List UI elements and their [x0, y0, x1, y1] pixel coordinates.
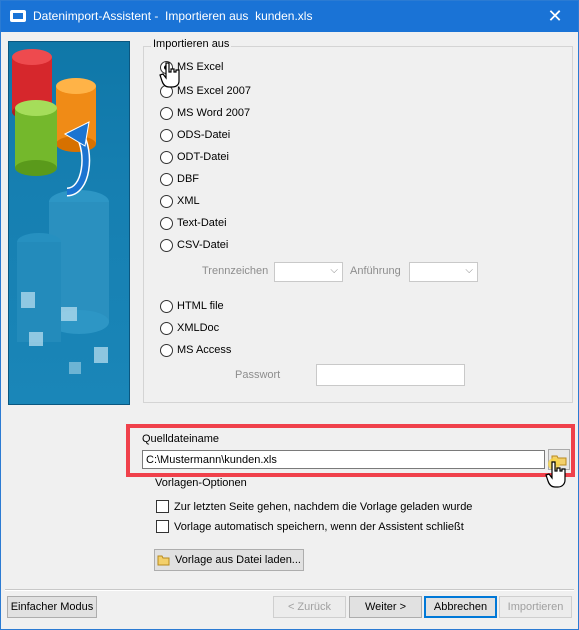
checkbox-label: Zur letzten Seite gehen, nachdem die Vor…	[174, 500, 473, 513]
radio-label: MS Excel 2007	[177, 85, 251, 97]
quote-select[interactable]: ⌵	[409, 262, 478, 282]
radio-odt[interactable]: ODT-Datei	[160, 149, 229, 165]
quote-label: Anführung	[350, 265, 401, 277]
delimiter-label: Trennzeichen	[202, 265, 269, 277]
chevron-down-icon: ⌵	[465, 265, 473, 276]
radio-button[interactable]	[160, 216, 173, 230]
checkbox[interactable]	[156, 500, 169, 513]
radio-button[interactable]	[160, 150, 173, 164]
radio-csv[interactable]: CSV-Datei	[160, 237, 228, 253]
radio-button[interactable]	[160, 238, 173, 252]
hand-cursor-icon	[159, 62, 180, 88]
back-button[interactable]: < Zurück	[273, 596, 346, 618]
simple-mode-button[interactable]: Einfacher Modus	[7, 596, 97, 618]
radio-button[interactable]	[160, 106, 173, 120]
cancel-button[interactable]: Abbrechen	[424, 596, 497, 618]
radio-button[interactable]	[160, 299, 173, 313]
radio-ods[interactable]: ODS-Datei	[160, 127, 230, 143]
load-template-button[interactable]: Vorlage aus Datei laden...	[154, 549, 304, 571]
radio-label: XML	[177, 195, 200, 207]
password-input[interactable]	[316, 364, 465, 386]
chevron-down-icon: ⌵	[330, 265, 338, 276]
radio-dbf[interactable]: DBF	[160, 171, 199, 187]
radio-label: Text-Datei	[177, 217, 227, 229]
radio-label: MS Access	[177, 344, 232, 356]
radio-button[interactable]	[160, 128, 173, 142]
radio-ms-word-2007[interactable]: MS Word 2007	[160, 105, 250, 121]
import-wizard-window: Datenimport-Assistent - Importieren aus …	[0, 0, 579, 630]
wizard-side-image	[8, 41, 130, 405]
title-bar: Datenimport-Assistent - Importieren aus …	[1, 1, 578, 32]
password-label: Passwort	[235, 369, 281, 381]
database-illustration	[12, 49, 109, 374]
radio-button[interactable]	[160, 343, 173, 357]
radio-label: HTML file	[177, 300, 224, 312]
checkbox-label: Vorlage automatisch speichern, wenn der …	[174, 520, 464, 533]
template-options-title: Vorlagen-Optionen	[155, 477, 247, 489]
checkbox-autosave-template[interactable]: Vorlage automatisch speichern, wenn der …	[156, 520, 464, 533]
source-file-highlight	[126, 424, 575, 477]
delimiter-select[interactable]: ⌵	[274, 262, 343, 282]
radio-label: XMLDoc	[177, 322, 220, 334]
radio-button[interactable]	[160, 172, 173, 186]
radio-label: ODS-Datei	[177, 129, 231, 141]
checkbox-goto-last-page[interactable]: Zur letzten Seite gehen, nachdem die Vor…	[156, 500, 472, 513]
radio-button[interactable]	[160, 321, 173, 335]
radio-xml[interactable]: XML	[160, 193, 200, 209]
radio-xmldoc[interactable]: XMLDoc	[160, 320, 219, 336]
app-icon	[10, 10, 26, 22]
window-title: Datenimport-Assistent - Importieren aus …	[33, 9, 313, 23]
load-template-label: Vorlage aus Datei laden...	[175, 554, 301, 566]
next-button[interactable]: Weiter >	[349, 596, 422, 618]
radio-button[interactable]	[160, 194, 173, 208]
close-icon[interactable]: ✕	[532, 1, 578, 32]
hand-cursor-icon	[545, 458, 566, 488]
import-source-group-title: Importieren aus	[151, 38, 232, 50]
radio-label: ODT-Datei	[177, 151, 229, 163]
checkbox[interactable]	[156, 520, 169, 533]
import-button[interactable]: Importieren	[499, 596, 572, 618]
radio-ms-access[interactable]: MS Access	[160, 342, 231, 358]
folder-open-icon	[157, 555, 170, 566]
footer-separator	[5, 589, 574, 591]
radio-label: CSV-Datei	[177, 239, 229, 251]
radio-text-file[interactable]: Text-Datei	[160, 215, 227, 231]
radio-label: MS Word 2007	[177, 107, 251, 119]
radio-html-file[interactable]: HTML file	[160, 298, 224, 314]
radio-label: DBF	[177, 173, 199, 185]
